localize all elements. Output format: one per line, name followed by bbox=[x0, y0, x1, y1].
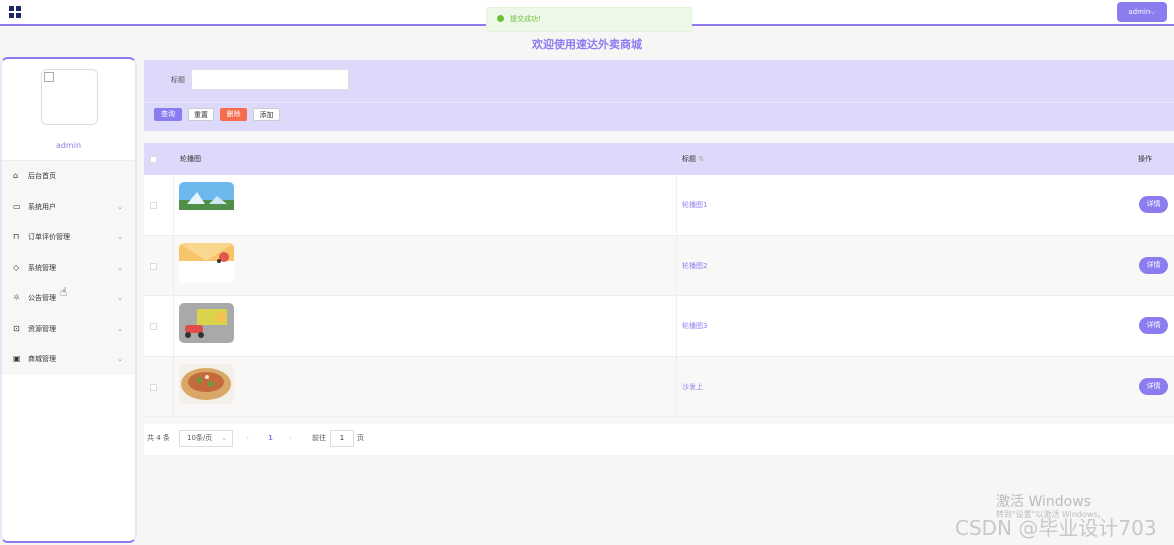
title-filter-label: 标题 bbox=[171, 76, 185, 84]
sidebar-username: admin bbox=[55, 141, 82, 150]
next-page-icon[interactable]: › bbox=[289, 424, 292, 452]
detail-button[interactable]: 详情 bbox=[1139, 256, 1168, 274]
chevron-down-icon: ⌄ bbox=[117, 233, 123, 241]
carousel-image-thumbnail bbox=[179, 363, 234, 404]
column-header-title[interactable]: 标题 ⇅ bbox=[682, 143, 704, 175]
select-all-checkbox[interactable] bbox=[150, 156, 157, 163]
sidebar-item-label: 系统管理 bbox=[28, 263, 56, 272]
sort-icon: ⇅ bbox=[698, 155, 705, 163]
chevron-down-icon: ⌄ bbox=[117, 355, 123, 363]
sidebar-item-system-users[interactable]: ▭ 系统用户 ⌄ bbox=[2, 191, 135, 222]
bookmark-icon: ⊓ bbox=[13, 232, 20, 241]
goto-page-input[interactable]: 1 bbox=[330, 430, 354, 447]
table-row: 轮播图1 详情 bbox=[144, 175, 1174, 236]
carousel-table: 轮播图 标题 ⇅ 操作 轮播图1 详情 轮播图2 详情 轮播图3 详情 沙发上 … bbox=[144, 143, 1174, 417]
sidebar-item-system-management[interactable]: ◇ 系统管理 ⌄ bbox=[2, 252, 135, 283]
windows-activation-title: 激活 Windows bbox=[996, 494, 1091, 510]
title-filter-input[interactable] bbox=[191, 69, 349, 90]
csdn-watermark: CSDN @毕业设计703 bbox=[955, 516, 1157, 540]
toast-message: 提交成功! bbox=[510, 15, 541, 23]
sidebar-item-label: 公告管理 bbox=[28, 294, 56, 302]
delete-button[interactable]: 删除 bbox=[220, 108, 247, 121]
sidebar-item-label: 后台首页 bbox=[28, 172, 56, 180]
sidebar-item-label: 资源管理 bbox=[28, 324, 56, 333]
row-checkbox[interactable] bbox=[150, 383, 157, 391]
sidebar: admin ⌂ 后台首页 ▭ 系统用户 ⌄ ⊓ 订单评价管理 ⌄ ◇ 系统管理 … bbox=[0, 57, 137, 543]
row-checkbox[interactable] bbox=[150, 202, 157, 209]
detail-button[interactable]: 详情 bbox=[1139, 317, 1168, 334]
reset-button[interactable]: 重置 bbox=[188, 108, 214, 121]
sidebar-item-announcements[interactable]: ☼ 公告管理 ⌄ bbox=[2, 283, 135, 314]
search-panel: 标题 查询 重置 删除 添加 bbox=[144, 60, 1174, 131]
sidebar-item-label: 商城管理 bbox=[28, 355, 56, 363]
sidebar-item-label: 订单评价管理 bbox=[28, 233, 70, 241]
carousel-image-thumbnail bbox=[179, 182, 234, 222]
success-toast: 提交成功! bbox=[486, 7, 692, 32]
page-size-select[interactable]: 10条/页 ⌄ bbox=[179, 430, 233, 447]
row-title: 轮播图2 bbox=[682, 261, 708, 270]
row-title: 沙发上 bbox=[682, 382, 703, 391]
page-suffix: 页 bbox=[357, 434, 364, 442]
chevron-down-icon: ⌄ bbox=[117, 294, 123, 302]
add-button[interactable]: 添加 bbox=[253, 108, 280, 121]
column-header-action: 操作 bbox=[1138, 155, 1152, 163]
sidebar-item-home[interactable]: ⌂ 后台首页 bbox=[2, 161, 135, 192]
table-row: 轮播图3 详情 bbox=[144, 296, 1174, 357]
sidebar-item-mall[interactable]: ▣ 商城管理 ⌄ bbox=[2, 344, 135, 375]
chevron-down-icon: ⌄ bbox=[117, 263, 123, 272]
table-row: 沙发上 详情 bbox=[144, 356, 1174, 417]
page-title: 欢迎使用速达外卖商城 bbox=[532, 38, 642, 51]
detail-button[interactable]: 详情 bbox=[1139, 377, 1168, 395]
detail-button[interactable]: 详情 bbox=[1139, 196, 1168, 213]
monitor-icon: ▭ bbox=[13, 201, 21, 211]
inbox-icon: ⊡ bbox=[13, 323, 20, 333]
row-checkbox[interactable] bbox=[150, 323, 157, 330]
query-button[interactable]: 查询 bbox=[154, 108, 182, 121]
sidebar-menu: ⌂ 后台首页 ▭ 系统用户 ⌄ ⊓ 订单评价管理 ⌄ ◇ 系统管理 ⌄ ☼ 公告… bbox=[2, 160, 135, 375]
chevron-down-icon: ⌄ bbox=[117, 324, 123, 333]
row-title: 轮播图3 bbox=[682, 322, 708, 330]
row-title: 轮播图1 bbox=[682, 201, 708, 209]
mouse-pointer-icon: ☝ bbox=[60, 285, 68, 299]
column-header-image: 轮播图 bbox=[180, 155, 201, 163]
carousel-image-thumbnail bbox=[179, 242, 234, 283]
table-header: 轮播图 标题 ⇅ 操作 bbox=[144, 143, 1174, 175]
goto-label: 前往 bbox=[312, 434, 326, 442]
sidebar-item-label: 系统用户 bbox=[28, 202, 56, 211]
pagination: 共 4 条 10条/页 ⌄ ‹ 1 › 前往 1 页 bbox=[144, 424, 1174, 455]
total-count: 共 4 条 bbox=[147, 434, 170, 442]
broken-image-icon bbox=[44, 72, 54, 82]
chevron-down-icon: ⌄ bbox=[117, 202, 123, 211]
home-icon: ⌂ bbox=[13, 171, 19, 180]
row-checkbox[interactable] bbox=[150, 262, 157, 270]
sidebar-item-order-reviews[interactable]: ⊓ 订单评价管理 ⌄ bbox=[2, 222, 135, 253]
tag-icon: ◇ bbox=[13, 262, 20, 272]
prev-page-icon[interactable]: ‹ bbox=[246, 424, 249, 452]
table-row: 轮播图2 详情 bbox=[144, 235, 1174, 296]
sun-icon: ☼ bbox=[13, 293, 21, 302]
carousel-image-thumbnail bbox=[179, 303, 234, 343]
sidebar-item-resources[interactable]: ⊡ 资源管理 ⌄ bbox=[2, 313, 135, 344]
clipboard-icon: ▣ bbox=[13, 354, 21, 363]
user-dropdown-button[interactable]: admin⌵ bbox=[1117, 2, 1167, 22]
divider bbox=[144, 102, 1174, 103]
check-circle-icon bbox=[497, 14, 504, 22]
menu-grid-icon[interactable] bbox=[9, 6, 21, 18]
chevron-down-icon: ⌄ bbox=[221, 434, 227, 442]
avatar bbox=[41, 69, 98, 125]
page-number[interactable]: 1 bbox=[268, 424, 273, 452]
